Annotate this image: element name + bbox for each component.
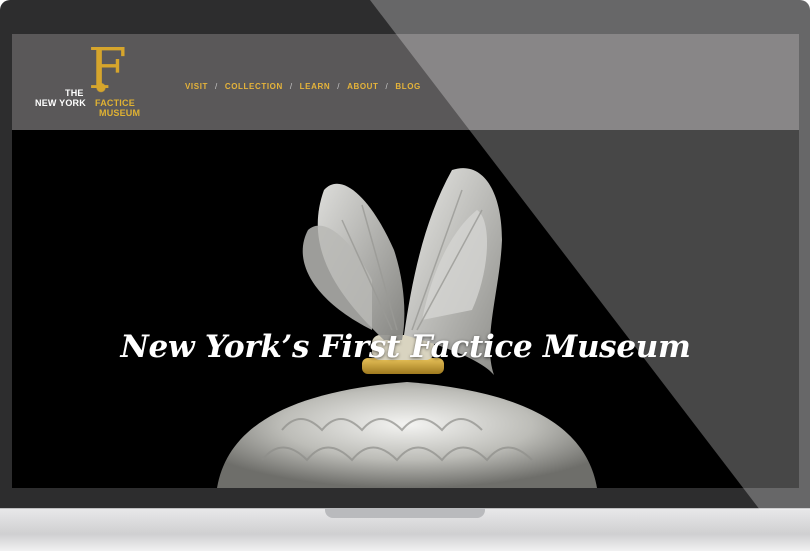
logo-line-new-york: NEW YORK <box>35 98 86 108</box>
screen: F THE NEW YORK FACTICE MUSEUM VISIT / CO… <box>12 34 799 488</box>
nav-separator: / <box>215 81 218 91</box>
nav-separator: / <box>337 81 341 91</box>
logo-line-museum: MUSEUM <box>99 108 141 118</box>
hero: New York’s First Factice Museum <box>12 130 799 488</box>
logo-line-factice: FACTICE <box>95 98 135 108</box>
nav-about[interactable]: ABOUT <box>347 82 378 91</box>
site-header: F THE NEW YORK FACTICE MUSEUM VISIT / CO… <box>12 34 799 130</box>
nav-separator: / <box>289 81 293 91</box>
nav-blog[interactable]: BLOG <box>395 82 421 91</box>
nav-learn[interactable]: LEARN <box>300 82 331 91</box>
nav-collection[interactable]: COLLECTION <box>225 82 283 91</box>
perfume-bottle-image <box>217 168 597 488</box>
laptop-notch <box>325 508 485 518</box>
main-nav: VISIT / COLLECTION / LEARN / ABOUT / BLO… <box>185 79 421 93</box>
hero-title: New York’s First Factice Museum <box>120 328 691 365</box>
nav-separator: / <box>385 81 389 91</box>
nav-visit[interactable]: VISIT <box>185 82 208 91</box>
museum-logo[interactable]: F THE NEW YORK FACTICE MUSEUM <box>32 42 162 124</box>
fleur-de-lis-icon <box>92 82 110 96</box>
logo-line-the: THE <box>65 88 84 98</box>
